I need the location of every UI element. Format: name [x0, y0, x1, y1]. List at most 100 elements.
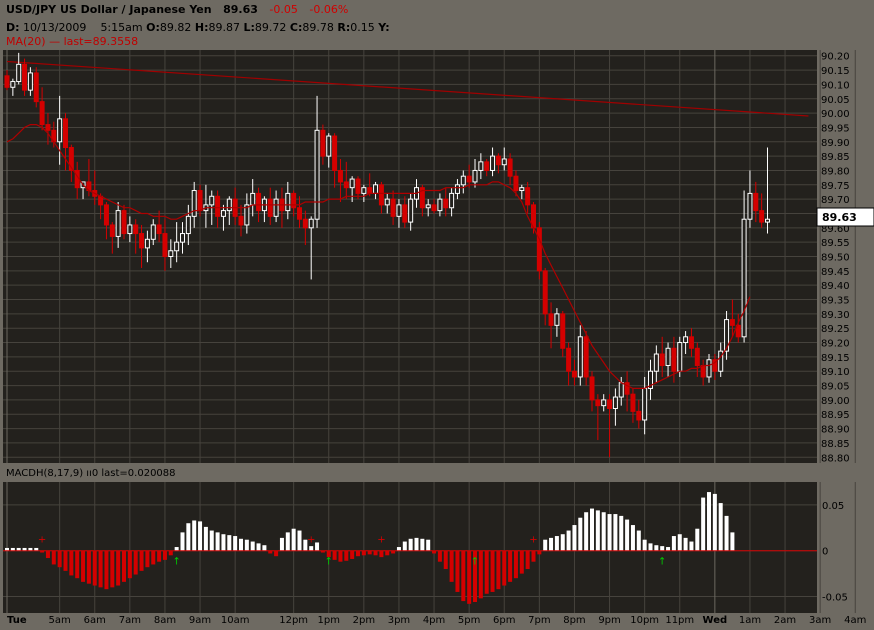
macd-bar	[701, 497, 706, 551]
candle-body	[671, 347, 677, 372]
macd-bar	[730, 532, 735, 551]
candle-body	[185, 215, 191, 235]
candle-body	[554, 313, 560, 326]
macd-bar	[484, 550, 489, 594]
price-tick-label: 89.55	[821, 238, 850, 249]
time-tick-label: 4am	[844, 615, 866, 626]
candle-body	[472, 169, 478, 183]
signal-arrow-up-icon: ↑	[172, 557, 180, 568]
candle-body	[653, 353, 659, 372]
macd-bar	[426, 539, 431, 551]
macd-bar	[712, 493, 717, 551]
candle-body	[659, 353, 665, 366]
macd-bar	[69, 550, 74, 576]
candle-body	[677, 342, 683, 372]
macd-label: MACDH(8,17,9) ıı0 last=0.020088	[6, 468, 176, 479]
macd-bar	[414, 537, 419, 551]
macd-bar	[63, 550, 68, 571]
price-tick-label: 88.85	[821, 439, 850, 450]
candle-body	[156, 224, 162, 235]
macd-bar	[666, 547, 671, 551]
macd-bar	[139, 550, 144, 571]
candle-body	[115, 210, 121, 237]
candle-body	[10, 81, 16, 88]
price-tick-label: 89.50	[821, 253, 850, 264]
candle-body	[349, 178, 355, 189]
candle-body	[408, 198, 414, 223]
macd-bar	[537, 550, 542, 555]
macd-bar	[338, 550, 343, 562]
macd-bar	[420, 538, 425, 551]
price-tick-label: 89.25	[821, 324, 850, 335]
time-tick-label: 9am	[189, 615, 211, 626]
candle-body	[63, 118, 68, 149]
macd-bar	[233, 536, 238, 551]
candle-body	[688, 336, 694, 349]
macd-label-group: MACDH(8,17,9) ıı0 last=0.020088	[6, 468, 176, 479]
candle-body	[220, 210, 226, 217]
macd-bar	[531, 550, 536, 562]
macd-bar	[350, 550, 355, 559]
candle-body	[337, 169, 343, 183]
price-axis: 90.20 90.15 90.10 90.05 90.00 89.95 89.90 89.85…	[821, 52, 850, 465]
price-tick-label: 88.90	[821, 425, 850, 436]
price-tick-label: 90.10	[821, 80, 850, 91]
macd-bar	[122, 550, 126, 582]
candle-body	[759, 210, 765, 223]
candle-body	[168, 250, 174, 257]
candle-body	[320, 129, 326, 157]
macd-bar	[297, 530, 302, 551]
macd-tick-label: 0.05	[822, 501, 844, 512]
macd-bar	[92, 550, 97, 586]
candle-body	[355, 178, 361, 194]
last-price-tag-label: 89.63	[822, 211, 857, 224]
candle-body	[396, 204, 402, 217]
candle-body	[402, 204, 408, 223]
time-tick-label: 11pm	[665, 615, 694, 626]
macd-bar	[654, 545, 659, 551]
candle-body	[209, 195, 215, 206]
macd-bar	[221, 534, 226, 551]
macd-bar	[145, 550, 150, 568]
macd-bar	[601, 512, 606, 551]
macd-bar	[385, 550, 390, 556]
candle-body	[747, 192, 753, 220]
time-tick-label: 9pm	[598, 615, 620, 626]
candle-body	[267, 198, 273, 217]
candle-body	[16, 63, 22, 83]
candle-body	[378, 184, 384, 206]
macd-bar	[198, 521, 203, 551]
macd-bar	[630, 525, 635, 551]
candle-body	[215, 195, 221, 217]
macd-bar	[502, 550, 507, 586]
time-tick-label: 3pm	[388, 615, 410, 626]
price-tick-label: 90.15	[821, 66, 850, 77]
macd-bar	[51, 550, 56, 565]
macd-bar	[186, 523, 191, 551]
macd-tick-label: 0	[822, 547, 828, 558]
macd-bar	[75, 550, 80, 579]
time-tick-label: 10pm	[630, 615, 659, 626]
macd-tick-label: -0.05	[822, 593, 848, 604]
macd-bar	[636, 530, 641, 551]
candle-body	[618, 382, 624, 398]
time-tick-label: 6pm	[493, 615, 515, 626]
candle-body	[548, 313, 554, 326]
macd-bar	[660, 546, 665, 551]
time-tick-label: 8pm	[563, 615, 585, 626]
time-tick-label: Wed	[703, 615, 728, 626]
macd-bar	[519, 550, 524, 574]
candle-body	[22, 63, 28, 91]
signal-plus-icon: +	[307, 535, 315, 546]
candle-body	[729, 319, 735, 326]
candle-body	[367, 187, 373, 194]
time-tick-label: 1pm	[318, 615, 340, 626]
macd-bar	[525, 550, 530, 570]
candle-body	[466, 175, 472, 183]
candle-body	[197, 190, 203, 212]
candle-body	[700, 364, 706, 378]
macd-bar	[572, 525, 577, 551]
candle-body	[683, 336, 689, 344]
price-chart-svg[interactable]: + ↑ + ↑ + ↑ + ↑ 90.20 90.15 90.10 90.05 90.00 89.95 8…	[0, 0, 874, 630]
candle-body	[33, 72, 39, 103]
